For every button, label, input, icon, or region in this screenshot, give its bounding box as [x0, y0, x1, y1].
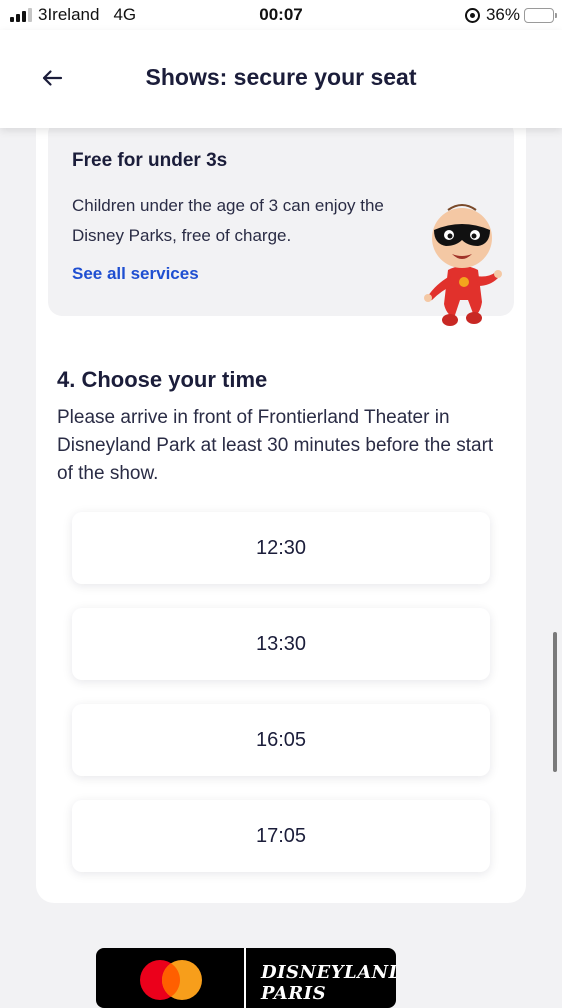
orientation-lock-icon — [464, 7, 480, 23]
banner-divider — [244, 948, 246, 1008]
see-all-services-link[interactable]: See all services — [72, 264, 199, 284]
mastercard-logo-icon — [140, 960, 202, 1000]
partner-banner: DISNEYLAND PARIS — [96, 948, 396, 1008]
jack-jack-mascot-icon — [424, 204, 502, 326]
section-heading: 4. Choose your time — [57, 367, 268, 392]
info-text: Children under the age of 3 can enjoy th… — [72, 196, 384, 245]
time-slot-button[interactable]: 17:05 — [72, 800, 490, 872]
time-slot-button[interactable]: 12:30 — [72, 512, 490, 584]
page-title: Shows: secure your seat — [145, 64, 417, 90]
time-slot-button[interactable]: 13:30 — [72, 608, 490, 680]
scrollbar[interactable] — [553, 632, 557, 772]
disneyland-paris-logo: DISNEYLAND PARIS — [261, 962, 396, 1004]
time-slot-button[interactable]: 16:05 — [72, 704, 490, 776]
status-bar: 3Ireland 4G 00:07 36% — [0, 0, 562, 30]
app-header: Shows: secure your seat — [0, 30, 562, 128]
section-description: Please arrive in front of Frontierland T… — [57, 407, 494, 484]
info-title: Free for under 3s — [72, 150, 228, 171]
battery-percent: 36% — [485, 5, 520, 24]
status-right: 36% — [464, 5, 557, 25]
time-slot-list: 12:30 13:30 16:05 17:05 — [72, 512, 490, 896]
battery-icon — [524, 7, 557, 23]
